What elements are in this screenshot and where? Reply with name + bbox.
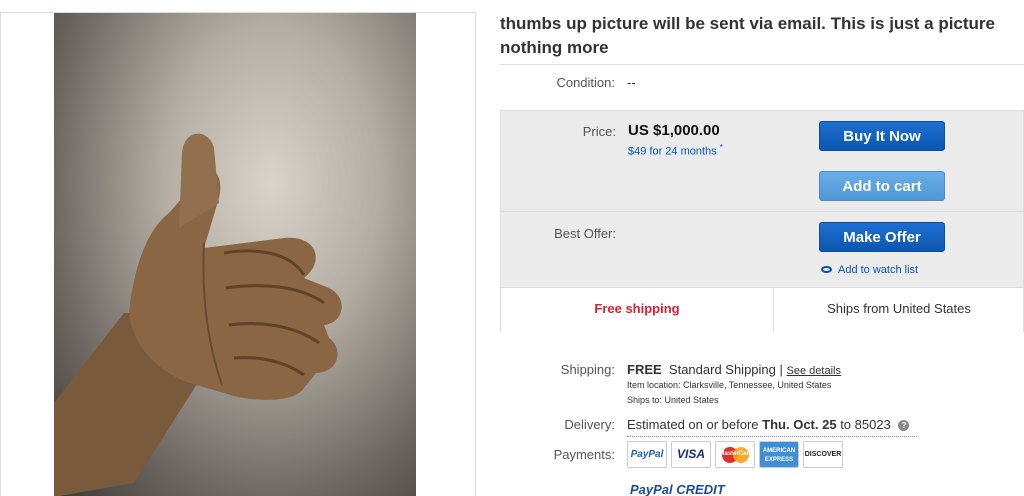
- see-details-link[interactable]: See details: [787, 365, 841, 377]
- add-to-watch-list-link[interactable]: Add to watch list: [821, 264, 918, 276]
- delivery-suffix: to 85023: [840, 417, 891, 432]
- delivery-label: Delivery:: [564, 417, 615, 432]
- info-icon[interactable]: ?: [898, 420, 910, 432]
- delivery-prefix: Estimated on or before: [627, 417, 759, 432]
- image-panel: [0, 12, 476, 496]
- mastercard-logo: MasterCard: [715, 441, 755, 468]
- best-offer-section: Best Offer: Make Offer Add to watch list: [501, 212, 1023, 288]
- listing-title: thumbs up picture will be sent via email…: [500, 14, 996, 57]
- item-photo[interactable]: [54, 13, 416, 496]
- separator: |: [779, 362, 783, 377]
- free-shipping-badge: Free shipping: [594, 301, 680, 316]
- visa-logo: VISA: [671, 441, 711, 468]
- ships-to: Ships to: United States: [627, 395, 719, 405]
- dotted-divider: [627, 436, 917, 437]
- delivery-estimate: Estimated on or before Thu. Oct. 25 to 8…: [627, 417, 910, 432]
- price-section: Price: US $1,000.00 $49 for 24 months * …: [501, 111, 1023, 212]
- condition-value: --: [627, 75, 636, 90]
- shipping-free: FREE: [627, 362, 662, 377]
- shipping-label: Shipping:: [560, 362, 615, 377]
- amex-logo: AMERICAN EXPRESS: [759, 441, 799, 468]
- condition-label: Condition:: [556, 75, 615, 90]
- add-to-cart-button[interactable]: Add to cart: [819, 171, 945, 201]
- thumbs-up-hand-image: [54, 133, 342, 496]
- watch-list-label[interactable]: Add to watch list: [838, 264, 918, 276]
- payments-label: Payments:: [553, 447, 615, 462]
- price-label: Price:: [582, 124, 616, 139]
- discover-logo: DISCOVER: [803, 441, 843, 468]
- buy-it-now-button[interactable]: Buy It Now: [819, 121, 945, 151]
- listing-page: thumbs up picture will be sent via email…: [0, 0, 1024, 496]
- price-value: US $1,000.00: [628, 122, 720, 139]
- delivery-date: Thu. Oct. 25: [762, 417, 837, 432]
- make-offer-button[interactable]: Make Offer: [819, 222, 945, 252]
- eye-icon: [821, 266, 832, 273]
- financing-text[interactable]: $49 for 24 months: [628, 146, 717, 158]
- ships-from-text: Ships from United States: [827, 301, 971, 316]
- paypal-credit-logo[interactable]: PayPal CREDIT: [630, 482, 725, 496]
- financing-footnote-mark: *: [719, 143, 723, 152]
- shipping-method: Standard Shipping: [668, 362, 776, 377]
- divider: [500, 64, 1024, 65]
- paypal-logo: PayPal: [627, 441, 667, 468]
- best-offer-label: Best Offer:: [554, 226, 616, 241]
- shipping-details: FREE Standard Shipping | See details: [627, 362, 841, 377]
- price-box: Price: US $1,000.00 $49 for 24 months * …: [500, 110, 1024, 332]
- item-location: Item location: Clarksville, Tennessee, U…: [627, 380, 832, 390]
- mastercard-text: MasterCard: [719, 451, 753, 457]
- financing-link[interactable]: $49 for 24 months *: [628, 143, 723, 158]
- shipping-summary-strip: Free shipping Ships from United States: [501, 288, 1023, 332]
